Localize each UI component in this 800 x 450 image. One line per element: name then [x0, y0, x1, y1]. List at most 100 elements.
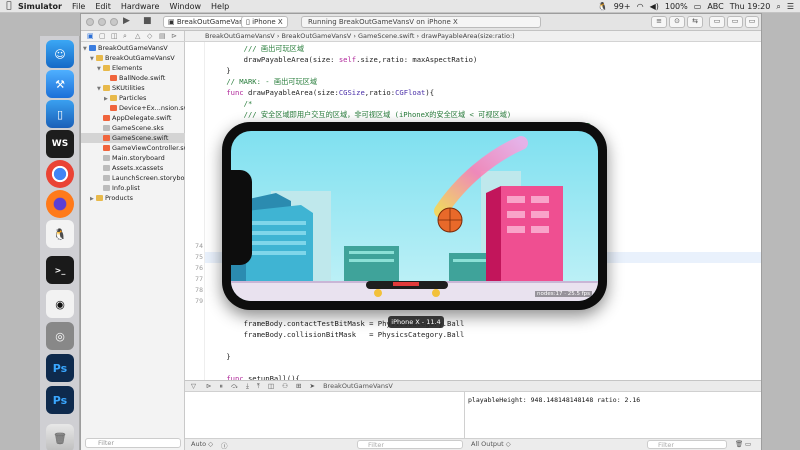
hide-debug-icon[interactable]: ▽	[191, 382, 196, 390]
line-number[interactable]: 77	[187, 274, 203, 285]
qq-status-icon[interactable]: 🐧	[598, 2, 608, 11]
nav-item[interactable]: Device+Ex...nsion.swift	[81, 103, 196, 113]
debug-tab-icon[interactable]: ▤	[159, 32, 166, 40]
editor-assistant-icon[interactable]: ⊙	[669, 16, 685, 28]
console-output[interactable]: playableHeight: 948.148148148148 ratio: …	[465, 392, 761, 438]
info-icon[interactable]: ⓘ	[221, 440, 228, 450]
nav-item[interactable]: Main.storyboard	[81, 153, 185, 163]
code-line[interactable]: }	[209, 351, 230, 362]
menu-list-icon[interactable]: ☰	[787, 2, 794, 11]
crumb-group[interactable]: BreakOutGameVansV	[282, 32, 352, 40]
utilities-toggle-icon[interactable]: ▭	[745, 16, 759, 28]
line-number[interactable]: 79	[187, 296, 203, 307]
step-out-icon[interactable]: ⤒	[257, 382, 260, 390]
symbol-tab-icon[interactable]: ◫	[111, 32, 118, 40]
minimize-window-button[interactable]	[98, 18, 106, 26]
menu-app[interactable]: Simulator	[18, 2, 62, 11]
code-line[interactable]: /// 画出可玩区域	[209, 43, 304, 54]
trash-icon[interactable]: 🗑	[46, 424, 74, 450]
view-hierarchy-icon[interactable]: ◫	[268, 382, 274, 390]
firefox-icon[interactable]	[46, 190, 74, 218]
code-line[interactable]: // MARK: - 画出可玩区域	[209, 76, 317, 87]
nav-item[interactable]: ▼ BreakOutGameVansV	[81, 43, 185, 53]
terminal-icon[interactable]: >_	[46, 256, 74, 284]
breakpoints-icon[interactable]: ⊳	[206, 382, 211, 390]
input-method[interactable]: ABC	[707, 2, 723, 11]
code-line[interactable]: func drawPayableArea(size:CGSize,ratio:C…	[209, 87, 434, 98]
folder-tab-icon[interactable]: ▣	[87, 32, 94, 40]
github-icon[interactable]: ◉	[46, 290, 74, 318]
device-selector[interactable]: ▯ iPhone X	[241, 16, 288, 28]
variables-view[interactable]	[185, 392, 465, 438]
code-line[interactable]: drawPayableArea(size: self.size,ratio: m…	[209, 54, 478, 65]
debug-toggle-icon[interactable]: ▭	[727, 16, 743, 28]
nav-item[interactable]: GameViewController.swift	[81, 143, 195, 153]
line-number[interactable]: 74	[187, 241, 203, 252]
location-icon[interactable]: ➤	[310, 382, 315, 390]
menu-hardware[interactable]: Hardware	[121, 2, 160, 11]
zoom-window-button[interactable]	[110, 18, 118, 26]
crumb-project[interactable]: BreakOutGameVansV	[205, 32, 275, 40]
nav-item[interactable]: ▶ Particles	[81, 93, 185, 103]
nav-item[interactable]: Assets.xcassets	[81, 163, 185, 173]
nav-item[interactable]: ▼ Elements	[81, 63, 185, 73]
photoshop-2-icon[interactable]: Ps	[46, 386, 74, 414]
split-left-icon[interactable]: ▭	[745, 440, 751, 448]
pause-icon[interactable]: ⏸	[220, 382, 223, 390]
menu-edit[interactable]: Edit	[95, 2, 111, 11]
crumb-symbol[interactable]: drawPayableArea(size:ratio:)	[421, 32, 514, 40]
simulator-icon[interactable]: ▯	[46, 100, 74, 128]
clock[interactable]: Thu 19:20	[730, 2, 771, 11]
code-line[interactable]: /*	[209, 98, 253, 109]
auto-select[interactable]: Auto ◇	[191, 440, 213, 448]
nav-item[interactable]: GameScene.sks	[81, 123, 185, 133]
breakpoint-tab-icon[interactable]: ⊳	[171, 32, 177, 40]
test-tab-icon[interactable]: ◇	[147, 32, 152, 40]
line-number[interactable]: 75	[187, 252, 203, 263]
editor-version-icon[interactable]: ⇆	[687, 16, 703, 28]
nav-item[interactable]: ▶ Products	[81, 193, 185, 203]
menu-file[interactable]: File	[72, 2, 85, 11]
variables-filter-input[interactable]: Filter	[357, 440, 463, 449]
search-icon[interactable]: ⌕	[776, 2, 780, 12]
preview-icon[interactable]: ◎	[46, 322, 74, 350]
close-window-button[interactable]	[86, 18, 94, 26]
nav-item[interactable]: BallNode.swift	[81, 73, 185, 83]
line-gutter[interactable]	[185, 42, 205, 380]
code-line[interactable]: /// 安全区域即用户交互的区域，非可视区域 (iPhoneX的安全区域 < 可…	[209, 109, 512, 120]
nav-item[interactable]: Info.plist	[81, 183, 185, 193]
xcode-icon[interactable]: ⚒	[46, 70, 74, 98]
nav-item[interactable]: AppDelegate.swift	[81, 113, 185, 123]
code-line[interactable]: func setupBall(){	[209, 373, 300, 380]
nav-item[interactable]: GameScene.swift	[81, 133, 185, 143]
wifi-icon[interactable]: ◠	[637, 2, 644, 11]
debug-target[interactable]: BreakOutGameVansV	[323, 382, 393, 390]
line-number[interactable]: 76	[187, 263, 203, 274]
chrome-icon[interactable]	[46, 160, 74, 188]
issue-tab-icon[interactable]: △	[135, 32, 140, 40]
env-overrides-icon[interactable]: ⊞	[296, 382, 301, 390]
step-over-icon[interactable]: ⤼	[231, 382, 238, 390]
navigator-filter-input[interactable]: Filter	[85, 438, 181, 448]
line-number[interactable]: 78	[187, 285, 203, 296]
nav-item[interactable]: ▼ SKUtilities	[81, 83, 185, 93]
output-select[interactable]: All Output ◇	[471, 440, 511, 448]
run-icon[interactable]: ▶	[123, 16, 130, 28]
qq-icon[interactable]: 🐧	[46, 220, 74, 248]
code-line[interactable]: frameBody.collisionBitMask = PhysicsCate…	[209, 329, 465, 340]
editor-standard-icon[interactable]: ≡	[651, 16, 667, 28]
navigator-toggle-icon[interactable]: ▭	[709, 16, 725, 28]
nav-item[interactable]: LaunchScreen.storyboard	[81, 173, 195, 183]
simulator-screen[interactable]: nodes:17 · 25.5 fps	[231, 131, 598, 301]
source-control-tab-icon[interactable]: ▢	[99, 32, 106, 40]
finder-icon[interactable]: ☺	[46, 40, 74, 68]
code-line[interactable]: }	[209, 65, 230, 76]
webstorm-icon[interactable]: WS	[46, 130, 74, 158]
console-filter-input[interactable]: Filter	[647, 440, 727, 449]
battery-icon[interactable]: ▭	[694, 2, 702, 11]
memory-graph-icon[interactable]: ⚇	[282, 382, 288, 390]
volume-icon[interactable]: ◀)	[650, 2, 659, 11]
nav-item[interactable]: ▼ BreakOutGameVansV	[81, 53, 185, 63]
photoshop-icon[interactable]: Ps	[46, 354, 74, 382]
game-scene[interactable]	[231, 131, 598, 301]
